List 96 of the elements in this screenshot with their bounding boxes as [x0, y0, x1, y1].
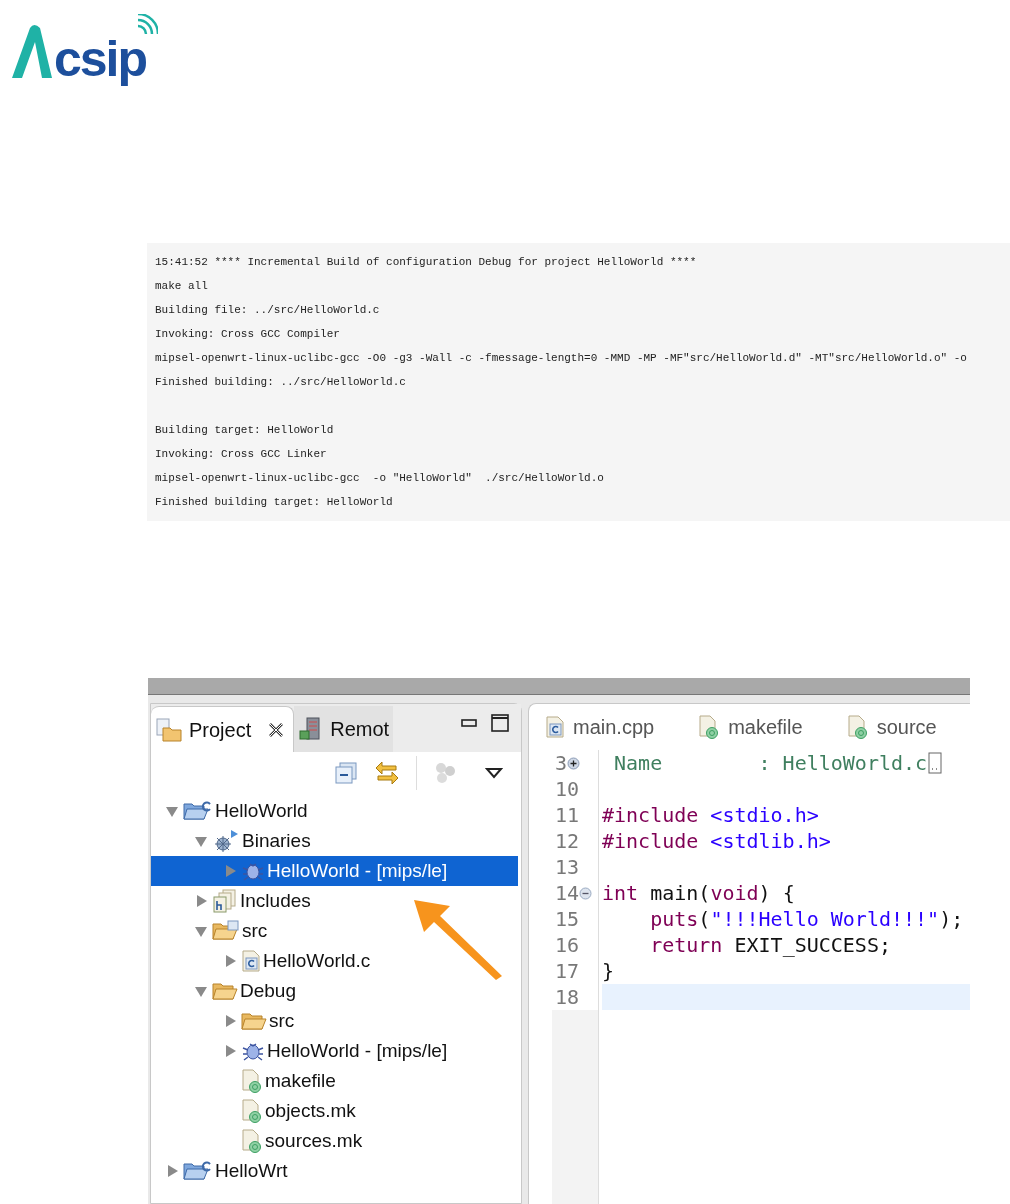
minimize-icon[interactable] [461, 719, 477, 727]
line-number: 3 [555, 753, 568, 773]
line-number: 10 [555, 779, 580, 799]
close-icon[interactable] [267, 720, 286, 739]
tree-row[interactable]: HelloWorld [151, 796, 518, 826]
c-file-icon [545, 716, 565, 738]
collapse-all-icon[interactable] [334, 761, 358, 785]
panel-tab[interactable]: Project [151, 706, 295, 752]
editor-tab[interactable]: main.cpp [545, 712, 655, 742]
console-line: mipsel-openwrt-linux-uclibc-gcc -O0 -g3 -Wall -c -fmessage-length=0 -MMD -MP -MF"src/HelloWorld.d" -MT"src/HelloWorld.o" -o [155, 351, 967, 366]
file-gear-icon [846, 715, 869, 739]
code-line: Name : HelloWorld.c [613, 753, 928, 773]
source-folder-icon [212, 920, 240, 942]
file-gear-icon [241, 1069, 263, 1093]
tree-item-label: Includes [240, 888, 311, 913]
tree-item-label: src [242, 918, 268, 943]
tree-row[interactable]: sources.mk [151, 1126, 518, 1156]
tree-item-label: HelloWorld.c [263, 948, 371, 973]
two-way-arrows-icon[interactable] [374, 760, 400, 786]
collapsed-caret-icon[interactable] [194, 894, 208, 908]
tree-row[interactable]: Debug [151, 976, 518, 1006]
tree-row[interactable]: Includes [151, 886, 518, 916]
tree-item-label: Debug [240, 978, 296, 1003]
tree-item-label: HelloWorld [215, 798, 308, 823]
panel-tab[interactable]: Remot [294, 706, 394, 752]
tree-row[interactable]: src [151, 916, 518, 946]
code-line: #include <stdlib.h> [602, 831, 831, 851]
folder-document-icon [155, 717, 183, 742]
logo-text: csip [54, 34, 147, 84]
maximize-icon[interactable] [491, 714, 509, 732]
line-number: 14 [555, 883, 580, 903]
file-gear-icon [241, 1099, 263, 1123]
project-folder-icon [183, 800, 213, 822]
expanded-caret-icon[interactable] [194, 984, 208, 998]
tree-item-label: sources.mk [265, 1128, 363, 1153]
tree-item-label: src [269, 1008, 295, 1033]
logo-mark-icon [10, 22, 54, 80]
code-line: #include <stdio.h> [602, 805, 819, 825]
line-number: 11 [555, 805, 580, 825]
expand-fold-icon[interactable] [567, 756, 581, 770]
folder-icon [212, 980, 238, 1002]
project-folder-icon [183, 1160, 213, 1182]
tree-row[interactable]: makefile [151, 1066, 518, 1096]
tree-item-label: Binaries [242, 828, 311, 853]
editor-tab[interactable]: makefile [698, 712, 803, 742]
line-number: 15 [555, 909, 580, 929]
tree-row[interactable]: objects.mk [151, 1096, 518, 1126]
file-gear-icon [698, 715, 721, 739]
binaries-icon [212, 829, 240, 853]
collapsed-caret-icon[interactable] [223, 1014, 237, 1028]
selected-tree-row[interactable]: HelloWorld - [mips/le] [151, 856, 518, 886]
collapse-fold-icon[interactable] [579, 886, 593, 900]
code-line: puts("!!!Hello World!!!"); [649, 909, 964, 929]
folder-icon [241, 1010, 267, 1032]
expanded-caret-icon[interactable] [165, 804, 179, 818]
console-line: make all [155, 279, 208, 294]
signal-icon [136, 14, 158, 36]
expanded-caret-icon[interactable] [194, 924, 208, 938]
line-number: 13 [555, 857, 580, 877]
console-line: Invoking: Cross GCC Linker [155, 447, 327, 462]
line-number: 12 [555, 831, 580, 851]
code-line: } [602, 961, 615, 981]
line-number: 16 [555, 935, 580, 955]
collapsed-caret-icon[interactable] [165, 1164, 179, 1178]
tree-item-label: objects.mk [265, 1098, 356, 1123]
console-line: Building file: ../src/HelloWorld.c [155, 303, 380, 318]
collapsed-caret-icon[interactable] [223, 1044, 237, 1058]
editor-tab[interactable]: source [846, 712, 937, 742]
tree-row[interactable]: HelloWorld - [mips/le] [151, 1036, 518, 1066]
tree-item-label: makefile [265, 1068, 336, 1093]
console-line: 15:41:52 **** Incremental Build of configuration Debug for project HelloWorld **** [155, 255, 697, 270]
folded-text-icon[interactable] [928, 752, 943, 774]
console-line: mipsel-openwrt-linux-uclibc-gcc -o "HelloWorld" ./src/HelloWorld.o [155, 471, 604, 486]
console-line: Finished building: ../src/HelloWorld.c [155, 375, 406, 390]
collapsed-caret-icon[interactable] [223, 954, 237, 968]
view-menu-icon[interactable] [485, 767, 503, 779]
line-number: 18 [555, 987, 580, 1007]
tree-row[interactable]: HelloWrt [151, 1156, 518, 1186]
includes-icon [212, 889, 238, 913]
line-number: 17 [555, 961, 580, 981]
tree-item-label: HelloWorld - [mips/le] [267, 1038, 448, 1063]
console-line: Invoking: Cross GCC Compiler [155, 327, 340, 342]
tree-row[interactable]: HelloWorld.c [151, 946, 518, 976]
c-file-icon [241, 950, 261, 972]
console-line: Building target: HelloWorld [155, 423, 334, 438]
tree-row[interactable]: Binaries [151, 826, 518, 856]
tree-item-label: HelloWrt [215, 1158, 288, 1183]
code-line: return EXIT_SUCCESS; [649, 935, 891, 955]
bug-icon [241, 860, 265, 882]
file-gear-icon [241, 1129, 263, 1153]
bug-icon [241, 1040, 265, 1062]
console-line: Finished building target: HelloWorld [155, 495, 393, 510]
tree-item-label: HelloWorld - [mips/le] [267, 858, 448, 883]
tree-row[interactable]: src [151, 1006, 518, 1036]
code-line: int main(void) { [602, 883, 795, 903]
expanded-caret-icon[interactable] [194, 834, 208, 848]
